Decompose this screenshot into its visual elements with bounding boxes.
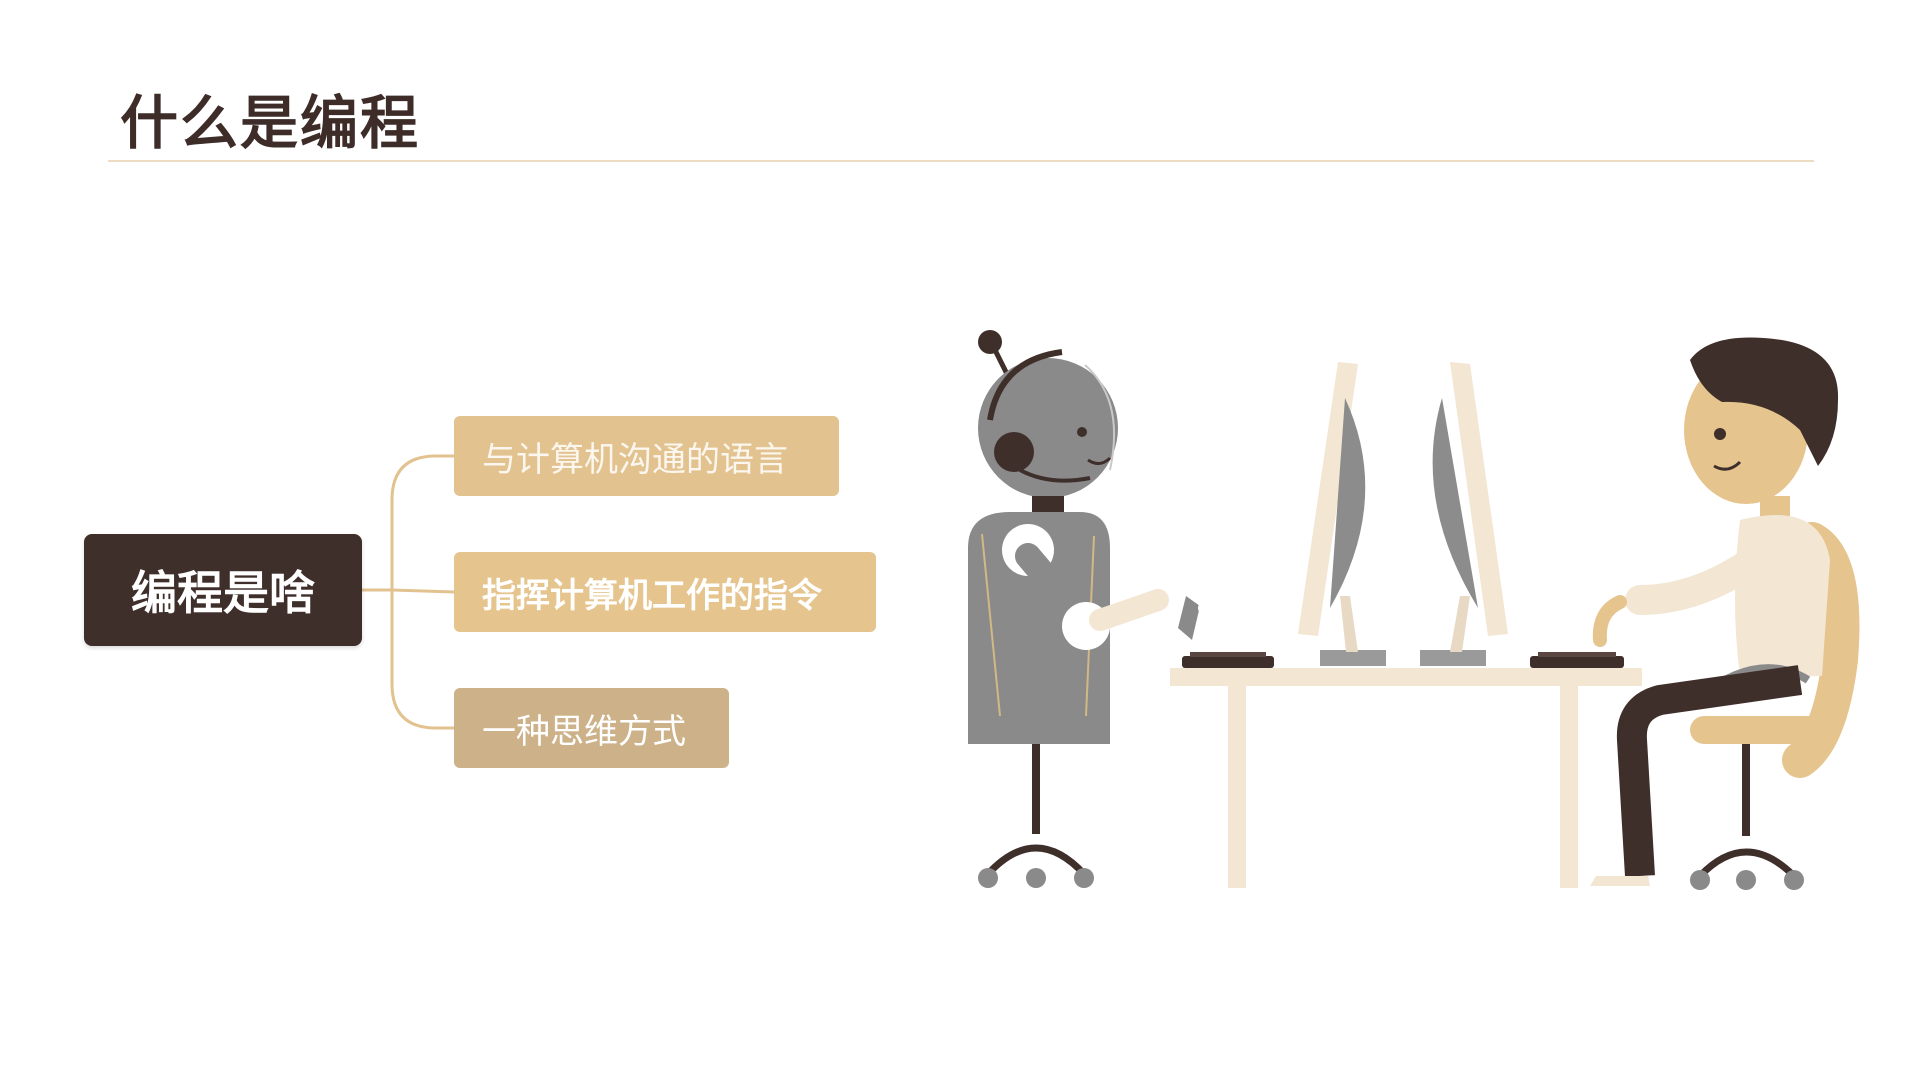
slide: 什么是编程 编程是啥 与计算机沟通的语言 指挥计算机工作的指令 一种思维方式	[0, 0, 1920, 1080]
keyboard-icon	[1530, 652, 1624, 668]
desk-icon	[1170, 668, 1642, 888]
person-icon	[1590, 337, 1860, 890]
keyboard-icon	[1182, 652, 1274, 668]
monitor-icon	[1420, 362, 1508, 666]
monitor-icon	[1298, 362, 1386, 666]
robot-icon	[968, 330, 1210, 888]
robot-person-illustration	[968, 330, 1860, 890]
